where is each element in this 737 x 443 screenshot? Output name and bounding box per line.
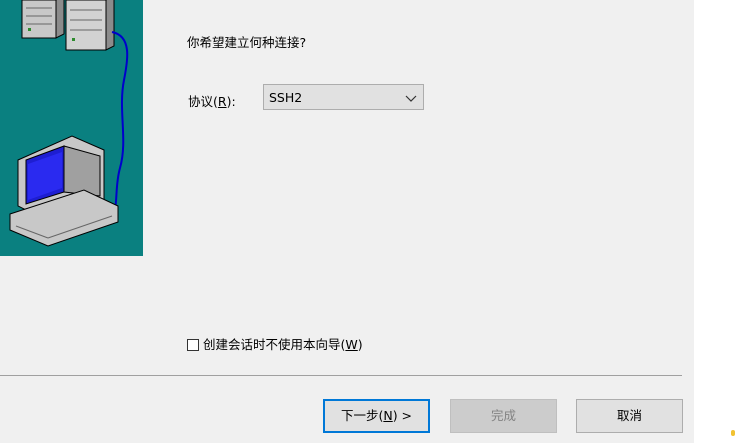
protocol-label: 协议(R):: [188, 94, 236, 109]
chevron-down-icon: [405, 95, 417, 102]
connection-illustration: [0, 0, 143, 256]
protocol-select[interactable]: SSH2: [263, 84, 424, 110]
next-button[interactable]: 下一步(N) >: [323, 399, 430, 433]
connection-question: 你希望建立何种连接?: [187, 35, 307, 50]
footer-separator: [0, 375, 682, 376]
finish-button[interactable]: 完成: [450, 399, 557, 433]
protocol-select-value: SSH2: [269, 90, 303, 105]
cancel-button[interactable]: 取消: [576, 399, 683, 433]
skip-wizard-checkbox[interactable]: [187, 339, 199, 351]
edge-mark: [731, 430, 735, 436]
new-session-wizard-dialog: 你希望建立何种连接? 协议(R): SSH2 创建会话时不使用本向导(W) 下一…: [0, 0, 694, 443]
servers-and-computer-icon: [9, 0, 129, 247]
skip-wizard-label: 创建会话时不使用本向导(W): [203, 337, 363, 352]
skip-wizard-option[interactable]: 创建会话时不使用本向导(W): [187, 334, 363, 353]
